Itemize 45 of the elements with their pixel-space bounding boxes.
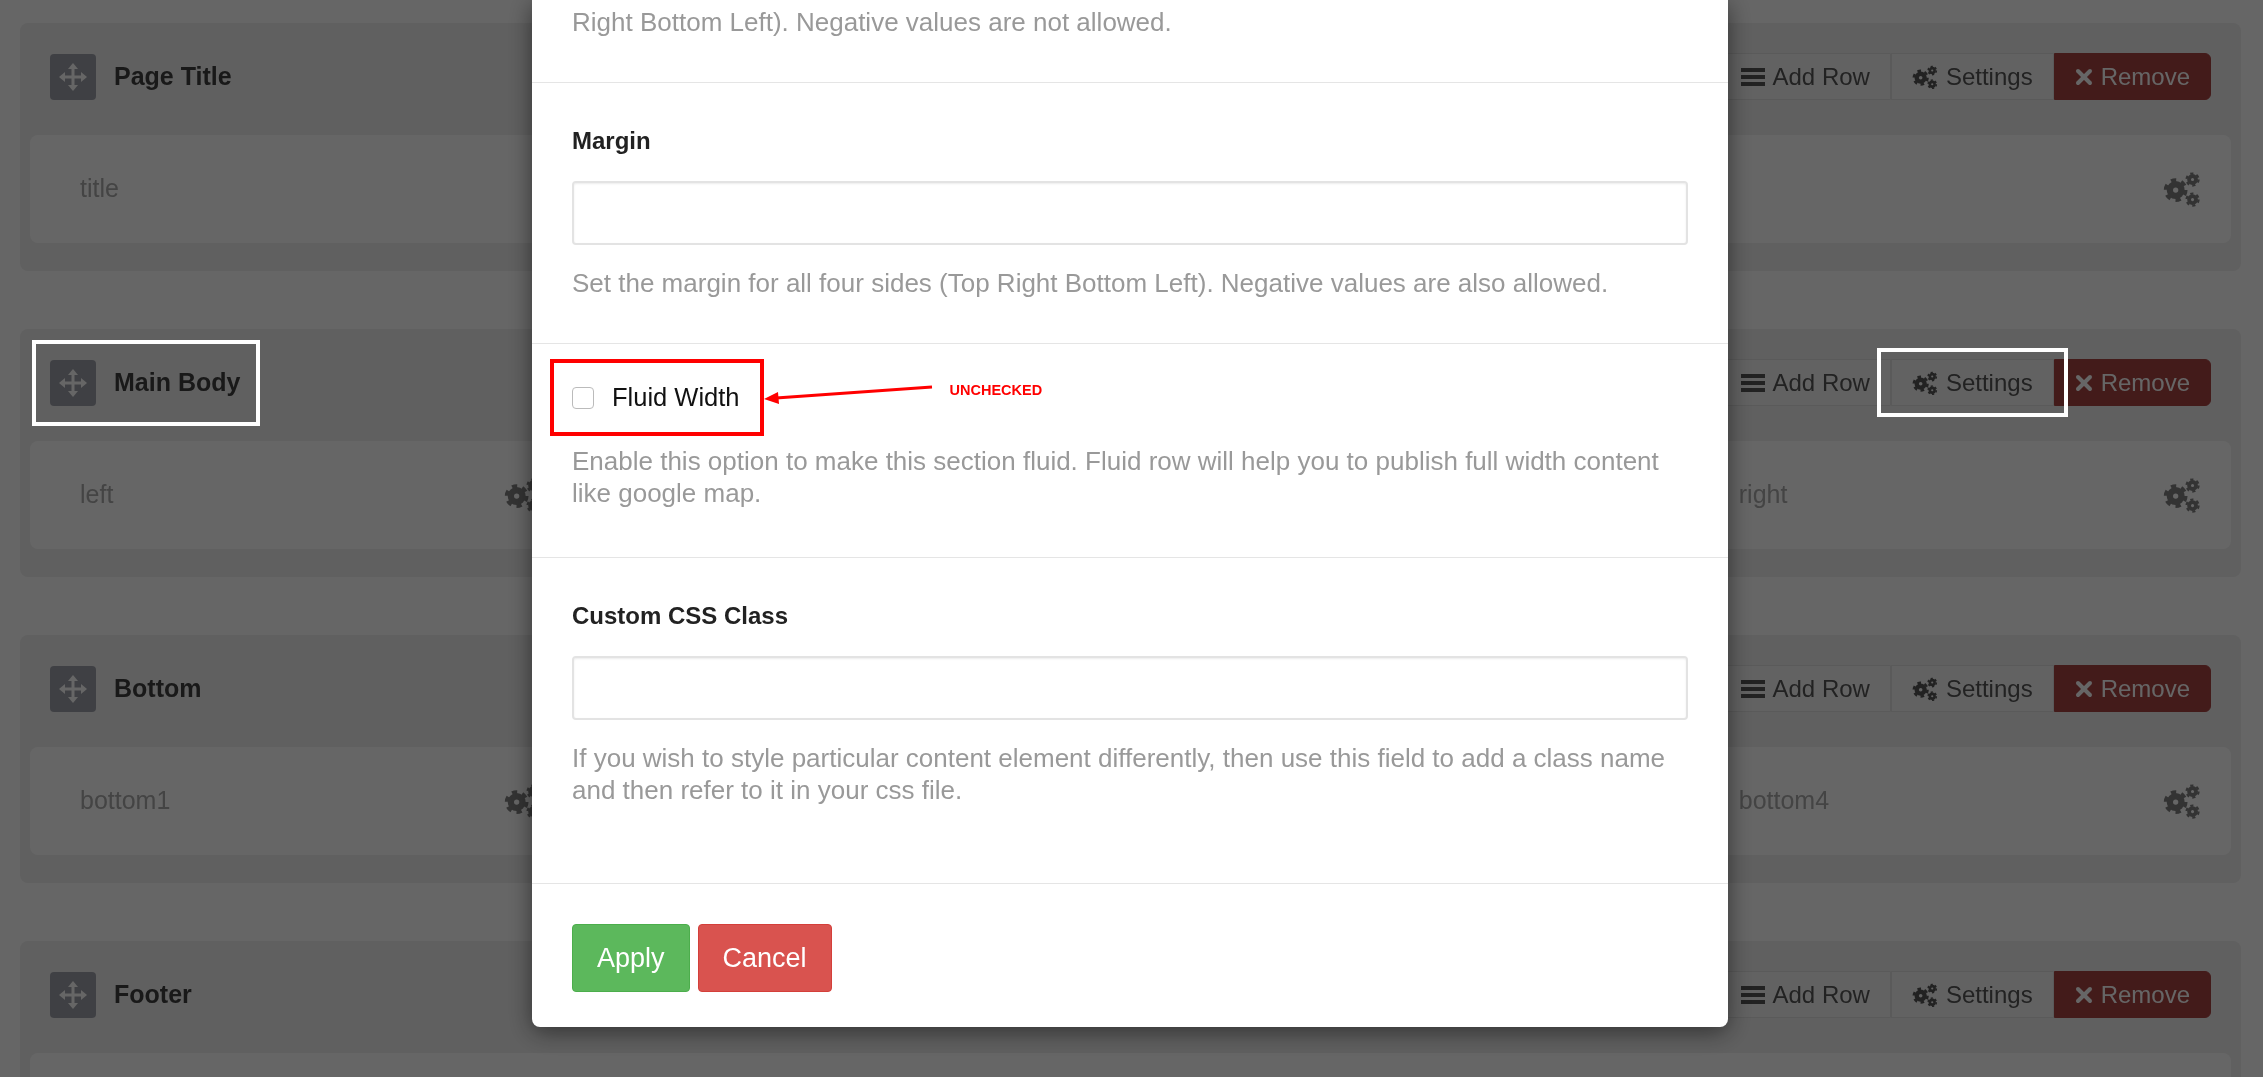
section-title: Bottom <box>114 672 202 704</box>
section-title: Footer <box>114 978 192 1010</box>
help-text: Set the margin for all four sides (Top Right Bottom Left). Negative values are also allowed. <box>572 267 1610 299</box>
close-icon <box>2074 67 2093 86</box>
apply-button[interactable]: Apply <box>572 924 690 992</box>
move-icon <box>58 979 88 1010</box>
section-title: Main Body <box>114 366 241 398</box>
remove-button[interactable]: Remove <box>2053 53 2211 100</box>
drag-handle[interactable] <box>50 359 96 406</box>
input-field[interactable] <box>572 181 1688 245</box>
checkbox-label: Fluid Width <box>612 382 740 414</box>
help-text: If you wish to style particular content element differently, then use this field to add a class name and then refer to it in your css file. <box>572 742 1667 806</box>
menu-icon <box>1740 678 1765 699</box>
checkbox[interactable] <box>572 386 594 409</box>
help-text: Right Bottom Left). Negative values are not allowed. <box>572 6 1173 38</box>
close-icon <box>2074 373 2093 392</box>
menu-icon <box>1740 372 1765 393</box>
input-field[interactable] <box>572 656 1688 720</box>
gears-icon <box>1911 63 1938 90</box>
drag-handle[interactable] <box>50 971 96 1018</box>
close-icon <box>2074 679 2093 698</box>
remove-button[interactable]: Remove <box>2053 971 2211 1018</box>
menu-icon <box>1740 984 1765 1005</box>
move-icon <box>58 367 88 398</box>
move-icon <box>58 61 88 92</box>
drag-handle[interactable] <box>50 53 96 100</box>
close-icon <box>2074 985 2093 1004</box>
remove-button[interactable]: Remove <box>2053 359 2211 406</box>
cancel-button[interactable]: Cancel <box>697 924 832 992</box>
gears-icon <box>1911 369 1938 396</box>
settings-button[interactable]: Settings <box>1890 971 2054 1018</box>
gears-icon <box>1911 981 1938 1008</box>
help-text: Enable this option to make this section fluid. Fluid row will help you to publish full width content like google map. <box>572 445 1660 509</box>
remove-button[interactable]: Remove <box>2053 665 2211 712</box>
settings-button[interactable]: Settings <box>1890 359 2054 406</box>
section-title: Page Title <box>114 60 232 92</box>
gears-icon <box>1911 675 1938 702</box>
move-icon <box>58 673 88 704</box>
field-label: Custom CSS Class <box>572 601 790 631</box>
settings-button[interactable]: Settings <box>1890 665 2054 712</box>
drag-handle[interactable] <box>50 665 96 712</box>
field-label: Margin <box>572 126 652 156</box>
settings-button[interactable]: Settings <box>1890 53 2054 100</box>
annotation-label: UNCHECKED <box>949 380 1043 400</box>
menu-icon <box>1740 66 1765 87</box>
